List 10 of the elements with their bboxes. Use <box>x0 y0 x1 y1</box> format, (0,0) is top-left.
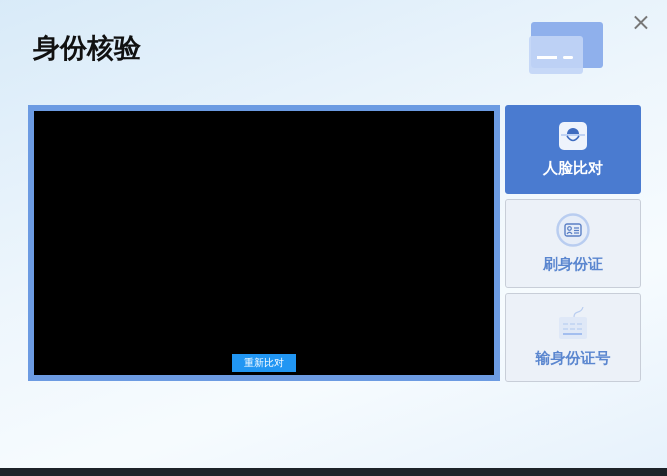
method-tab[interactable]: 刷身份证 <box>505 199 641 288</box>
keyboard-icon <box>556 307 590 341</box>
window-title: 身份核验 <box>33 32 141 66</box>
card-icon <box>529 22 603 74</box>
face-scan-icon <box>558 121 588 151</box>
retry-button[interactable]: 重新比对 <box>232 354 296 372</box>
id-card-icon <box>556 213 590 247</box>
close-button[interactable]: × <box>630 10 651 34</box>
method-tab[interactable]: 人脸比对 <box>505 105 641 194</box>
method-tab[interactable]: 输身份证号 <box>505 293 641 382</box>
